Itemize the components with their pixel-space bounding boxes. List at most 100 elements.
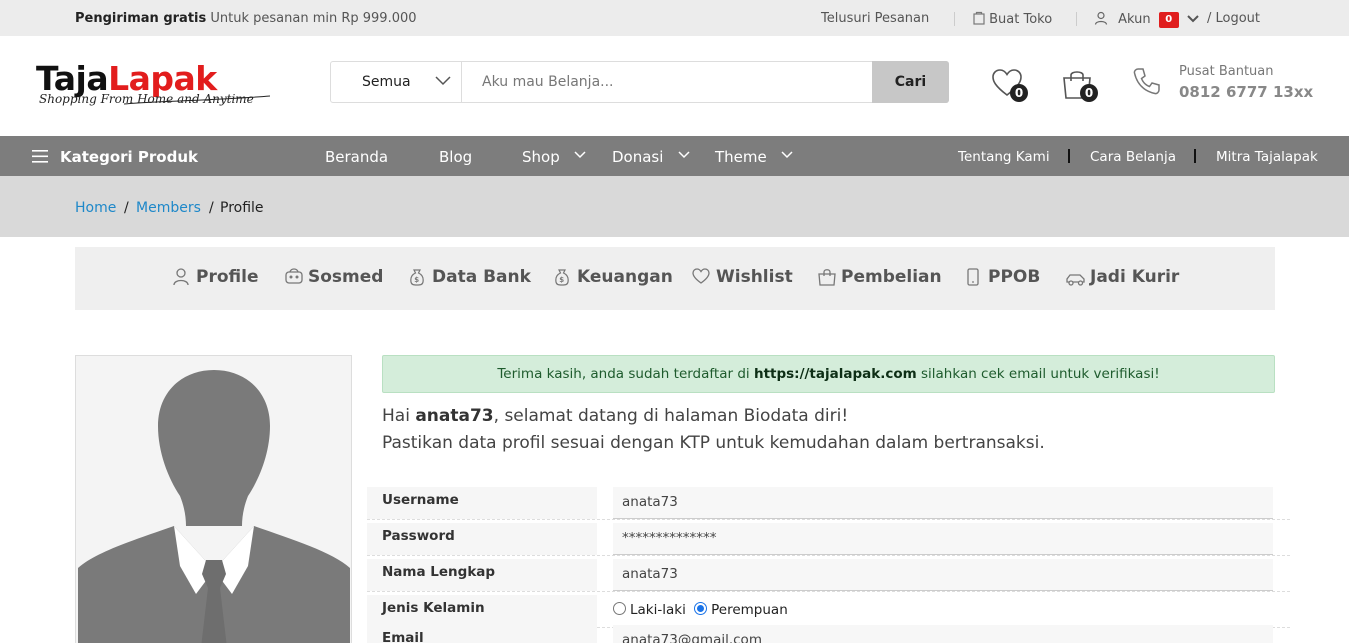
form-row-gender: Jenis Kelamin Laki-laki Perempuan xyxy=(367,595,1290,628)
cart-count: 0 xyxy=(1080,84,1098,102)
cart-button[interactable]: 0 xyxy=(1061,68,1098,102)
search-button[interactable]: Cari xyxy=(872,61,949,103)
nav-item-theme[interactable]: Theme xyxy=(715,148,767,166)
account-label: Akun xyxy=(1118,12,1151,27)
gender-label: Jenis Kelamin xyxy=(367,595,597,627)
gender-female-radio[interactable] xyxy=(694,602,708,615)
password-label: Password xyxy=(367,523,597,555)
logout-link[interactable]: / Logout xyxy=(1207,11,1260,26)
alert-text-before: Terima kasih, anda sudah terdaftar di xyxy=(497,366,754,382)
form-row-fullname: Nama Lengkap anata73 xyxy=(367,559,1290,592)
help-center-label: Pusat Bantuan xyxy=(1179,64,1274,79)
password-field[interactable]: ************** xyxy=(613,523,1273,555)
email-label: Email xyxy=(367,625,597,643)
user-icon xyxy=(1094,11,1108,25)
tab-label: Data Bank xyxy=(432,267,531,287)
tab-label: Wishlist xyxy=(716,267,793,287)
tab-label: Profile xyxy=(196,267,259,287)
email-field[interactable]: anata73@gmail.com xyxy=(613,625,1273,643)
breadcrumb-home[interactable]: Home xyxy=(75,200,116,216)
registration-success-alert: Terima kasih, anda sudah terdaftar di ht… xyxy=(382,355,1275,393)
gender-male-radio[interactable] xyxy=(613,602,626,615)
alert-site-link[interactable]: https://tajalapak.com xyxy=(754,366,917,382)
tab-label: Jadi Kurir xyxy=(1090,267,1180,287)
member-tabs: Profile Sosmed $ Data Bank $ Keuangan Wi… xyxy=(75,247,1275,310)
promo-text: Untuk pesanan min Rp 999.000 xyxy=(210,11,417,26)
nav-link-how-to-buy[interactable]: Cara Belanja xyxy=(1090,149,1176,165)
breadcrumb-current: Profile xyxy=(220,200,264,216)
breadcrumb-separator: / xyxy=(209,200,214,216)
search-category-value: Semua xyxy=(362,74,411,90)
open-store-label: Buat Toko xyxy=(989,12,1053,27)
chevron-down-icon xyxy=(574,151,586,159)
hamburger-icon xyxy=(32,150,48,163)
help-center-phone[interactable]: 0812 6777 13xx xyxy=(1179,83,1313,101)
nav-item-blog[interactable]: Blog xyxy=(439,148,472,166)
gender-female-label[interactable]: Perempuan xyxy=(711,602,788,618)
wishlist-count: 0 xyxy=(1010,84,1028,102)
header: TajaLapak Shopping From Home and Anytime… xyxy=(0,36,1349,136)
chevron-down-icon xyxy=(781,151,793,159)
phone-icon xyxy=(1133,68,1160,95)
divider xyxy=(954,12,955,26)
welcome-line-2: Pastikan data profil sesuai dengan KTP u… xyxy=(382,433,1045,453)
tab-label: Keuangan xyxy=(577,267,673,287)
divider xyxy=(1068,149,1070,163)
chevron-down-icon xyxy=(1187,15,1199,23)
chevron-down-icon xyxy=(678,151,690,159)
tab-label: Sosmed xyxy=(308,267,384,287)
nav-item-donasi[interactable]: Donasi xyxy=(612,148,663,166)
social-icon xyxy=(285,268,303,284)
alert-text-after: silahkan cek email untuk verifikasi! xyxy=(916,366,1160,382)
free-shipping-promo: Pengiriman gratis Untuk pesanan min Rp 9… xyxy=(75,11,417,26)
welcome-username: anata73 xyxy=(415,406,494,426)
breadcrumb: Home / Members / Profile xyxy=(0,176,1349,237)
divider xyxy=(1194,149,1196,163)
user-icon xyxy=(173,268,189,286)
search-input[interactable] xyxy=(463,62,872,102)
breadcrumb-members[interactable]: Members xyxy=(136,200,201,216)
money-bag-icon: $ xyxy=(555,269,569,286)
heart-icon xyxy=(692,268,710,284)
search-bar: Semua Cari xyxy=(330,61,949,103)
nav-link-partners[interactable]: Mitra Tajalapak xyxy=(1216,149,1318,165)
shopping-bag-icon xyxy=(818,269,836,286)
form-row-password: Password ************** xyxy=(367,523,1290,556)
search-category-select[interactable]: Semua xyxy=(331,62,462,102)
track-order-link[interactable]: Telusuri Pesanan xyxy=(821,11,929,26)
account-menu[interactable]: Akun 0 xyxy=(1094,11,1199,28)
money-bag-icon: $ xyxy=(410,269,424,286)
account-badge: 0 xyxy=(1158,11,1179,28)
promo-bold: Pengiriman gratis xyxy=(75,11,207,26)
car-icon xyxy=(1066,274,1085,286)
top-bar: Pengiriman gratis Untuk pesanan min Rp 9… xyxy=(0,0,1349,36)
divider xyxy=(1076,12,1077,26)
svg-text:$: $ xyxy=(559,276,564,284)
open-store-link[interactable]: Buat Toko xyxy=(973,11,1052,27)
category-menu[interactable]: Kategori Produk xyxy=(60,148,198,166)
tab-label: Pembelian xyxy=(841,267,942,287)
gender-radio-group: Laki-laki Perempuan xyxy=(613,595,788,627)
breadcrumb-separator: / xyxy=(124,200,129,216)
welcome-line-1: Hai anata73, selamat datang di halaman B… xyxy=(382,406,848,426)
nav-item-beranda[interactable]: Beranda xyxy=(325,148,388,166)
username-field[interactable]: anata73 xyxy=(613,487,1273,519)
username-label: Username xyxy=(367,487,597,519)
nav-link-about[interactable]: Tentang Kami xyxy=(958,149,1050,165)
default-avatar-silhouette xyxy=(76,356,351,643)
welcome-hi: Hai xyxy=(382,406,416,426)
gender-male-label[interactable]: Laki-laki xyxy=(630,602,686,618)
svg-text:$: $ xyxy=(414,276,419,284)
fullname-label: Nama Lengkap xyxy=(367,559,597,591)
main-nav: Kategori Produk Beranda Blog Shop Donasi… xyxy=(0,136,1349,176)
wishlist-button[interactable]: 0 xyxy=(991,68,1028,102)
logo-underline xyxy=(123,95,271,105)
profile-avatar[interactable] xyxy=(75,355,352,643)
chevron-down-icon xyxy=(435,76,451,86)
tab-label: PPOB xyxy=(988,267,1041,287)
form-row-username: Username anata73 xyxy=(367,487,1290,520)
nav-item-shop[interactable]: Shop xyxy=(522,148,560,166)
mobile-phone-icon xyxy=(967,268,979,286)
fullname-field[interactable]: anata73 xyxy=(613,559,1273,591)
welcome-rest: , selamat datang di halaman Biodata diri… xyxy=(493,406,849,426)
